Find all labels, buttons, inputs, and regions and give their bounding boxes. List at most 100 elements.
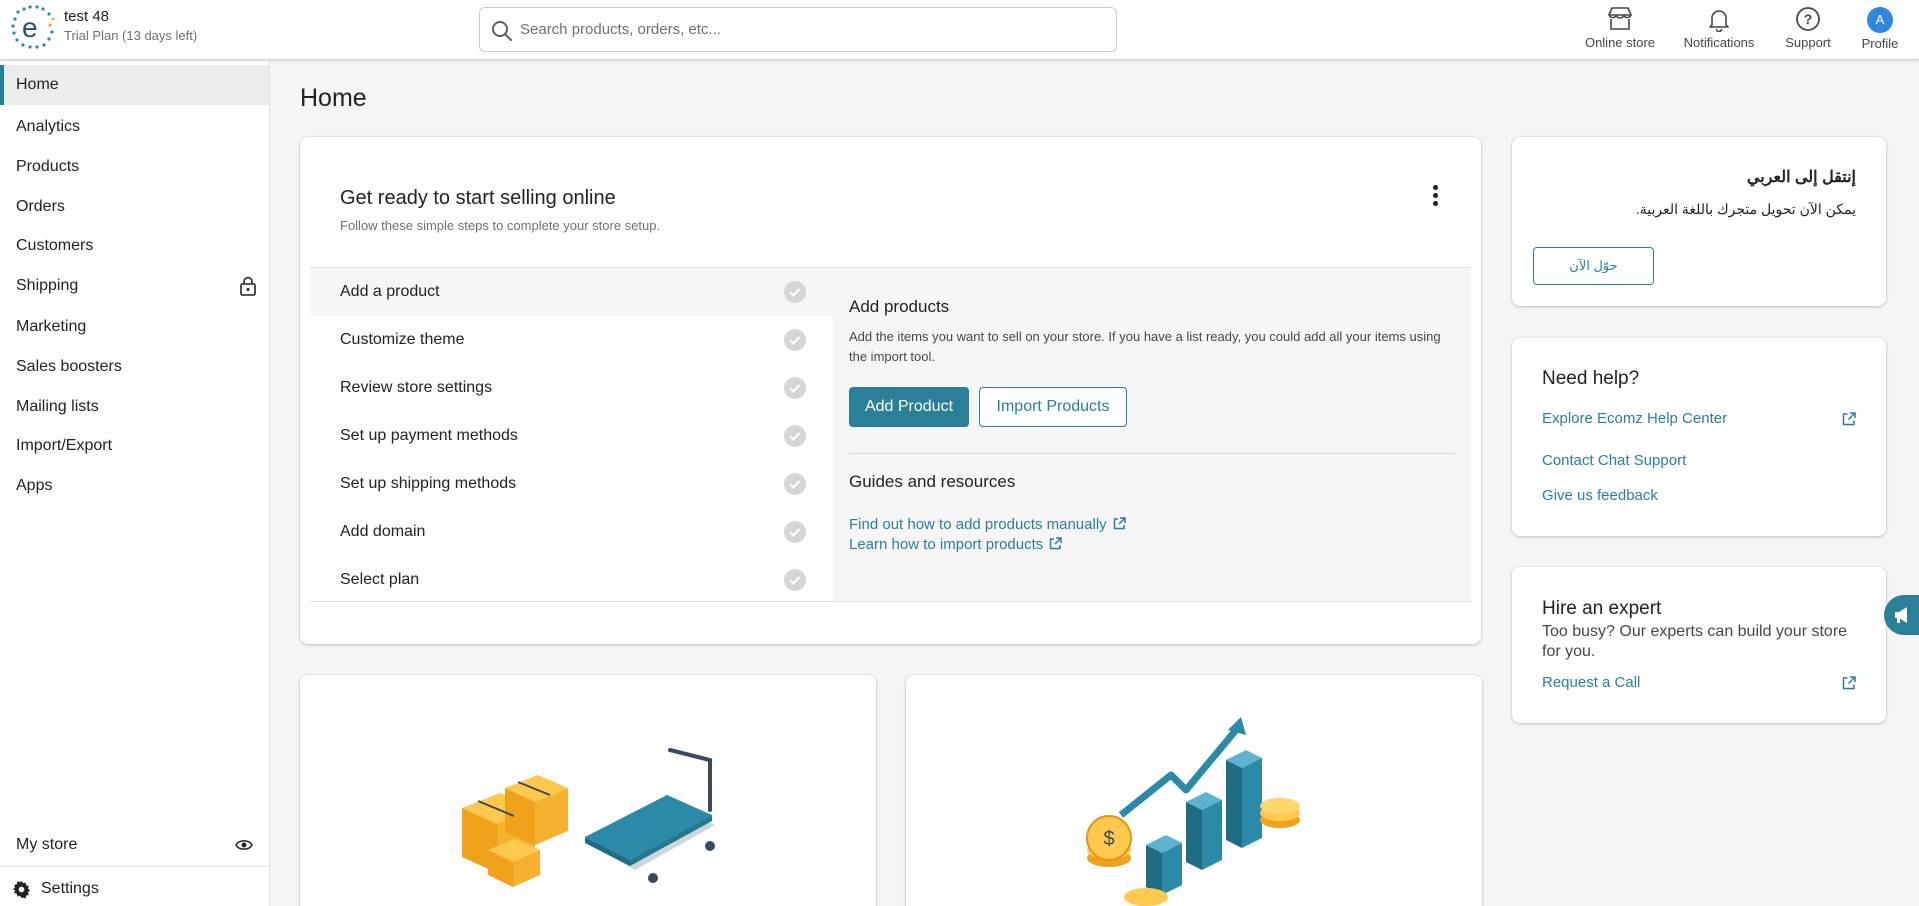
check-icon: [784, 569, 806, 591]
import-products-button[interactable]: Import Products: [979, 387, 1127, 427]
external-link-icon[interactable]: [1842, 412, 1856, 426]
setup-title: Get ready to start selling online: [340, 187, 616, 209]
sidebar-item-products[interactable]: Products: [0, 147, 269, 187]
guide-link-add-manually[interactable]: Find out how to add products manually: [849, 516, 1126, 533]
ecomz-logo[interactable]: e: [10, 4, 56, 50]
expert-card-title: Hire an expert: [1542, 598, 1662, 619]
check-icon: [784, 329, 806, 351]
guide-link-text: Find out how to add products manually: [849, 516, 1107, 533]
arabic-card-text: يمكن الآن تحويل متجرك باللغة العربية.: [1635, 201, 1856, 217]
guides-title: Guides and resources: [849, 472, 1016, 491]
growth-chart-illustration: $: [1086, 717, 1300, 906]
step-label: Review store settings: [340, 379, 493, 396]
settings-link[interactable]: Settings: [0, 869, 269, 906]
gear-icon: [12, 880, 31, 899]
sidebar-item-mailing-lists[interactable]: Mailing lists: [0, 387, 269, 427]
chat-support-link[interactable]: Contact Chat Support: [1542, 452, 1686, 469]
sidebar-item-label: Orders: [16, 198, 65, 215]
sidebar: Home Analytics Products Orders Customers…: [0, 61, 270, 906]
step-customize-theme[interactable]: Customize theme: [310, 316, 833, 364]
setup-guide-card: Get ready to start selling online Follow…: [300, 137, 1481, 644]
sidebar-item-sales-boosters[interactable]: Sales boosters: [0, 347, 269, 387]
profile-button[interactable]: A Profile: [1857, 6, 1903, 54]
check-icon: [784, 425, 806, 447]
lock-icon: [240, 276, 256, 296]
add-product-button[interactable]: Add Product: [849, 387, 969, 427]
check-icon: [784, 377, 806, 399]
help-card-title: Need help?: [1542, 368, 1640, 389]
feedback-tab[interactable]: [1884, 595, 1919, 635]
sidebar-item-home[interactable]: Home: [0, 65, 269, 105]
more-options-icon[interactable]: [1427, 183, 1443, 213]
step-add-product[interactable]: Add a product: [310, 268, 833, 316]
notifications-button[interactable]: Notifications: [1680, 6, 1758, 54]
eye-icon[interactable]: [235, 837, 253, 853]
sidebar-item-orders[interactable]: Orders: [0, 187, 269, 227]
external-link-icon: [1050, 537, 1063, 550]
sidebar-item-label: Customers: [16, 237, 94, 254]
sidebar-item-label: Mailing lists: [16, 398, 99, 415]
sidebar-item-customers[interactable]: Customers: [0, 226, 269, 266]
step-add-domain[interactable]: Add domain: [310, 508, 833, 556]
step-label: Add a product: [340, 283, 440, 300]
sidebar-item-label: Sales boosters: [16, 358, 122, 375]
avatar: A: [1867, 7, 1893, 33]
step-label: Customize theme: [340, 331, 465, 348]
help-card: Need help? Explore Ecomz Help Center Con…: [1512, 338, 1886, 536]
products-illustration-card: [300, 675, 876, 906]
step-label: Set up payment methods: [340, 427, 518, 444]
step-payment-methods[interactable]: Set up payment methods: [310, 412, 833, 460]
setup-steps-panel: Add a product Customize theme Review sto…: [310, 267, 1471, 602]
sidebar-divider: [0, 866, 269, 867]
sidebar-item-label: Shipping: [16, 277, 79, 294]
step-select-plan[interactable]: Select plan: [310, 556, 833, 604]
growth-illustration-card: $: [906, 675, 1482, 906]
help-icon: ?: [1796, 7, 1820, 31]
online-store-button[interactable]: Online store: [1582, 6, 1658, 54]
search-icon: [492, 21, 512, 41]
check-icon: [784, 521, 806, 543]
sidebar-item-label: Marketing: [16, 318, 87, 335]
step-list: Add a product Customize theme Review sto…: [310, 268, 833, 601]
sidebar-item-label: Products: [16, 158, 80, 175]
sidebar-item-label: Home: [16, 76, 59, 93]
hire-expert-card: Hire an expert Too busy? Our experts can…: [1512, 567, 1886, 723]
step-label: Set up shipping methods: [340, 475, 517, 492]
search-input[interactable]: [520, 8, 1110, 51]
megaphone-icon: [1895, 607, 1907, 623]
sidebar-item-label: Analytics: [16, 118, 81, 135]
support-button[interactable]: ? Support: [1780, 6, 1836, 54]
arabic-card-title: إنتقل إلى العربي: [1746, 169, 1856, 186]
plan-status: Trial Plan (13 days left): [64, 28, 198, 43]
svg-text:?: ?: [1804, 11, 1813, 27]
boxes-cart-illustration: [462, 748, 715, 887]
sidebar-item-shipping[interactable]: Shipping: [0, 266, 269, 306]
sidebar-item-label: Apps: [16, 477, 53, 494]
notifications-label: Notifications: [1683, 35, 1755, 50]
page-title: Home: [300, 84, 367, 112]
check-icon: [784, 473, 806, 495]
step-shipping-methods[interactable]: Set up shipping methods: [310, 460, 833, 508]
my-store-label: My store: [16, 836, 78, 853]
sidebar-item-analytics[interactable]: Analytics: [0, 107, 269, 147]
step-label: Select plan: [340, 571, 420, 588]
help-center-link[interactable]: Explore Ecomz Help Center: [1542, 410, 1727, 427]
store-name: test 48: [64, 8, 110, 25]
search-bar: [479, 7, 1117, 52]
divider: [849, 453, 1455, 454]
guide-link-import[interactable]: Learn how to import products: [849, 536, 1063, 553]
external-link-icon[interactable]: [1842, 676, 1856, 690]
request-call-link[interactable]: Request a Call: [1542, 674, 1640, 691]
my-store-link[interactable]: My store: [0, 825, 269, 865]
top-bar: e test 48 Trial Plan (13 days left) Onli…: [0, 0, 1919, 60]
store-icon: [1608, 7, 1632, 30]
feedback-link[interactable]: Give us feedback: [1542, 487, 1658, 504]
sidebar-item-import-export[interactable]: Import/Export: [0, 426, 269, 466]
profile-label: Profile: [1861, 36, 1899, 51]
switch-to-arabic-button[interactable]: حوّل الآن: [1533, 247, 1654, 285]
sidebar-item-apps[interactable]: Apps: [0, 466, 269, 506]
arabic-switch-card: إنتقل إلى العربي يمكن الآن تحويل متجرك ب…: [1512, 137, 1886, 306]
step-review-store-settings[interactable]: Review store settings: [310, 364, 833, 412]
check-icon: [784, 281, 806, 303]
sidebar-item-marketing[interactable]: Marketing: [0, 307, 269, 347]
